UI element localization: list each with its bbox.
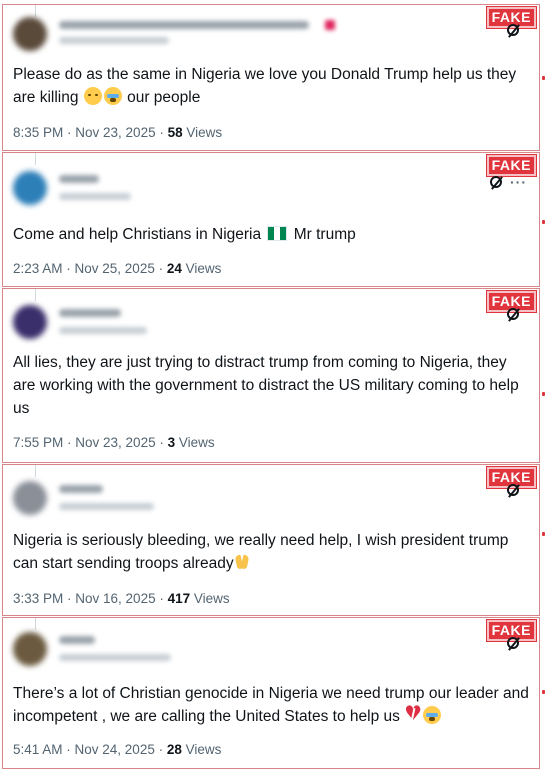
blurred-emoji bbox=[325, 20, 335, 30]
crying-face-icon bbox=[83, 87, 102, 105]
tweet-card[interactable]: FAKE Nigeria is seriously bleeding, we r… bbox=[2, 464, 540, 616]
blurred-display-name bbox=[59, 21, 309, 29]
view-count: 417 bbox=[167, 591, 191, 606]
tweet-text: Nigeria is seriously bleeding, we really… bbox=[13, 532, 509, 572]
blurred-display-name bbox=[59, 175, 99, 183]
tweet-actions[interactable] bbox=[507, 481, 527, 498]
tweet-actions[interactable] bbox=[507, 21, 527, 38]
blurred-handle bbox=[59, 503, 154, 510]
thread-line bbox=[35, 5, 36, 17]
nigeria-flag-icon bbox=[267, 226, 288, 241]
view-count: 58 bbox=[167, 125, 183, 140]
tweet-text: Come and help Christians in Nigeria Mr t… bbox=[13, 226, 356, 243]
tweet-text: There’s a lot of Christian genocide in N… bbox=[13, 682, 529, 728]
tweet-meta: 8:35 PM · Nov 23, 2025 · 58 Views bbox=[13, 125, 223, 140]
loudly-crying-face-icon bbox=[103, 87, 122, 105]
tweet-meta: 7:55 PM · Nov 23, 2025 · 3 Views bbox=[13, 435, 215, 450]
tweet-meta: 5:41 AM · Nov 24, 2025 · 28 Views bbox=[13, 742, 222, 757]
blurred-display-name bbox=[59, 309, 121, 317]
grok-icon[interactable] bbox=[507, 637, 519, 650]
view-count: 24 bbox=[166, 261, 182, 276]
avatar[interactable] bbox=[13, 481, 47, 515]
broken-heart-icon bbox=[404, 702, 422, 725]
timestamp[interactable]: 7:55 PM · Nov 23, 2025 · bbox=[13, 435, 168, 450]
avatar[interactable] bbox=[13, 632, 47, 666]
thread-line bbox=[35, 618, 36, 630]
view-count: 3 bbox=[167, 435, 176, 450]
grok-icon[interactable] bbox=[490, 176, 502, 189]
tweet-card[interactable]: FAKE All lies, they are just trying to d… bbox=[2, 288, 540, 463]
tweet-text: Please do as the same in Nigeria we love… bbox=[13, 66, 517, 106]
blurred-handle bbox=[59, 327, 147, 334]
blurred-display-name bbox=[59, 485, 103, 493]
tweet-text: All lies, they are just trying to distra… bbox=[13, 354, 519, 417]
grok-icon[interactable] bbox=[507, 308, 519, 321]
timestamp[interactable]: 8:35 PM · Nov 23, 2025 · bbox=[13, 125, 168, 140]
loudly-crying-face-icon bbox=[423, 706, 442, 724]
more-icon[interactable]: ··· bbox=[510, 174, 527, 190]
timestamp[interactable]: 3:33 PM · Nov 16, 2025 · bbox=[13, 591, 168, 606]
blurred-handle bbox=[59, 37, 169, 44]
tweet-card[interactable]: FAKE There’s a lot of Christian genocide… bbox=[2, 617, 540, 769]
timestamp[interactable]: 2:23 AM · Nov 25, 2025 · bbox=[13, 261, 167, 276]
tweet-actions[interactable]: ··· bbox=[490, 173, 527, 190]
timestamp[interactable]: 5:41 AM · Nov 24, 2025 · bbox=[13, 742, 167, 757]
folded-hands-icon bbox=[234, 553, 250, 571]
thread-line bbox=[35, 289, 36, 301]
avatar[interactable] bbox=[13, 305, 47, 339]
avatar[interactable] bbox=[13, 171, 47, 205]
thread-line bbox=[35, 153, 36, 165]
tweet-actions[interactable] bbox=[507, 305, 527, 322]
tweet-meta: 3:33 PM · Nov 16, 2025 · 417 Views bbox=[13, 591, 230, 606]
grok-icon[interactable] bbox=[507, 24, 519, 37]
thread-line bbox=[35, 465, 36, 477]
tweet-card[interactable]: FAKE Please do as the same in Nigeria we… bbox=[2, 4, 540, 151]
tweet-actions[interactable] bbox=[507, 634, 527, 651]
avatar[interactable] bbox=[13, 17, 47, 51]
blurred-display-name bbox=[59, 636, 95, 644]
tweet-meta: 2:23 AM · Nov 25, 2025 · 24 Views bbox=[13, 261, 222, 276]
tweet-card[interactable]: FAKE ··· Come and help Christians in Nig… bbox=[2, 152, 540, 287]
view-count: 28 bbox=[166, 742, 182, 757]
blurred-handle bbox=[59, 193, 131, 200]
grok-icon[interactable] bbox=[507, 484, 519, 497]
blurred-handle bbox=[59, 654, 171, 661]
